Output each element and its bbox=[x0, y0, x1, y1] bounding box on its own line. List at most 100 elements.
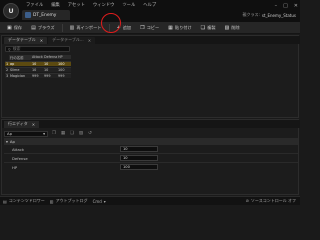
duplicate-icon[interactable]: ❏ bbox=[69, 131, 75, 137]
data-table-icon bbox=[25, 12, 31, 18]
column-header-hp[interactable]: HP bbox=[57, 55, 71, 59]
tab-data-table-2-label: データテーブル... bbox=[52, 37, 84, 42]
close-icon[interactable]: ✕ bbox=[40, 38, 43, 43]
output-log-button[interactable]: ▥ アウトプットログ bbox=[50, 198, 88, 205]
toolbar-divider bbox=[61, 23, 63, 32]
hp-field[interactable]: 100 bbox=[120, 164, 158, 170]
cell-defense[interactable]: 10 bbox=[43, 60, 57, 66]
content-drawer-icon: ▤ bbox=[3, 198, 7, 204]
source-control-button[interactable]: ⊘ ソースコントロール オフ bbox=[246, 197, 296, 204]
tab-data-table[interactable]: データテーブル ✕ bbox=[4, 36, 48, 44]
cmd-dropdown[interactable]: Cmd ▾ bbox=[93, 198, 106, 205]
close-icon[interactable]: ✕ bbox=[294, 3, 298, 9]
defense-field[interactable]: 10 bbox=[120, 155, 158, 161]
output-log-icon: ▥ bbox=[49, 198, 54, 204]
cell-hp[interactable]: 100 bbox=[57, 66, 71, 72]
row-editor-panel: 行エディタ ✕ Ap ▾ ❐ ▦ ❏ ▨ ↺ ▾ Ap Attack 10 De… bbox=[1, 119, 300, 195]
parent-class-value[interactable]: st_Enemy_Status bbox=[262, 13, 296, 18]
tab-row-editor[interactable]: 行エディタ ✕ bbox=[4, 120, 40, 128]
row-select-value: Ap bbox=[7, 131, 13, 136]
minimize-icon[interactable]: – bbox=[275, 3, 278, 9]
property-label: HP bbox=[12, 164, 18, 170]
save-label: 保存 bbox=[13, 24, 23, 30]
close-icon[interactable]: ✕ bbox=[88, 38, 91, 43]
duplicate-button[interactable]: ❏ 複製 bbox=[198, 24, 219, 32]
column-header-defense[interactable]: Defense bbox=[43, 55, 57, 59]
chevron-down-icon: ▾ bbox=[6, 138, 8, 144]
save-icon: ▣ bbox=[7, 24, 12, 31]
output-log-label: アウトプットログ bbox=[55, 198, 88, 203]
chevron-down-icon: ▾ bbox=[103, 198, 106, 204]
copy-icon[interactable]: ❐ bbox=[51, 131, 57, 137]
cell-attack[interactable]: 10 bbox=[31, 66, 43, 72]
browse-label: ブラウズ bbox=[37, 24, 55, 30]
maximize-icon[interactable]: □ bbox=[283, 3, 288, 9]
search-input[interactable]: ⚲ 検索 bbox=[5, 46, 70, 52]
delete-icon[interactable]: ▨ bbox=[78, 131, 84, 137]
add-row-button[interactable]: + 追加 bbox=[114, 24, 135, 32]
tab-data-table-label: データテーブル bbox=[8, 37, 36, 42]
data-table-panel: データテーブル ✕ データテーブル... ✕ ⚲ 検索 行の名前 Attack … bbox=[1, 35, 300, 118]
reset-icon[interactable]: ↺ bbox=[87, 131, 93, 137]
delete-label: 削除 bbox=[231, 24, 240, 30]
attack-field[interactable]: 10 bbox=[120, 146, 158, 152]
asset-tab-label: DT_Enemy bbox=[33, 12, 57, 18]
search-placeholder: 検索 bbox=[12, 46, 21, 51]
paste-icon[interactable]: ▦ bbox=[60, 131, 66, 137]
copy-button[interactable]: ❐ コピー bbox=[137, 24, 162, 32]
menu-edit[interactable]: 編集 bbox=[47, 2, 64, 9]
property-row-defense: Defense 10 bbox=[4, 153, 298, 162]
source-control-label: ソースコントロール オフ bbox=[250, 197, 296, 203]
cell-hp[interactable]: 100 bbox=[57, 60, 71, 66]
row-name[interactable]: ap bbox=[9, 60, 31, 66]
menu-file[interactable]: ファイル bbox=[22, 2, 47, 9]
search-icon: ⚲ bbox=[8, 46, 11, 52]
paste-button[interactable]: ▦ 貼り付け bbox=[165, 24, 195, 32]
add-label: 追加 bbox=[122, 24, 132, 30]
data-grid: 行の名前 Attack Defense HP 1 ap 10 10 100 2 … bbox=[5, 54, 71, 78]
duplicate-icon: ❏ bbox=[200, 24, 206, 31]
asset-tab[interactable]: DT_Enemy bbox=[22, 10, 70, 20]
property-row-hp: HP 100 bbox=[4, 162, 298, 171]
paste-label: 貼り付け bbox=[174, 24, 192, 30]
table-row[interactable]: 1 ap 10 10 100 bbox=[5, 60, 71, 66]
browse-button[interactable]: ▤ ブラウズ bbox=[28, 24, 58, 32]
cell-defense[interactable]: 10 bbox=[43, 66, 57, 72]
tab-data-table-2[interactable]: データテーブル... ✕ bbox=[48, 36, 96, 44]
cell-defense[interactable]: 999 bbox=[43, 72, 57, 78]
delete-button[interactable]: ▨ 削除 bbox=[222, 24, 243, 32]
cell-attack[interactable]: 10 bbox=[31, 60, 43, 66]
table-row[interactable]: 3 Magician 999 999 999 bbox=[5, 72, 71, 78]
save-button[interactable]: ▣ 保存 bbox=[4, 24, 25, 32]
copy-label: コピー bbox=[146, 24, 160, 30]
reimport-button[interactable]: ▥ 再インポート bbox=[67, 24, 105, 32]
copy-icon: ❐ bbox=[140, 24, 145, 31]
row-editor-tabs: 行エディタ ✕ bbox=[2, 120, 300, 128]
content-drawer-label: コンテンツドロワー bbox=[8, 198, 45, 203]
menu-tools[interactable]: ツール bbox=[118, 2, 139, 9]
menu-bar: ファイル 編集 アセット ウィンドウ ツール ヘルプ bbox=[22, 2, 160, 9]
menu-asset[interactable]: アセット bbox=[64, 2, 89, 9]
row-details: ▾ Ap Attack 10 Defense 10 HP 100 bbox=[4, 138, 298, 171]
close-icon[interactable]: ✕ bbox=[32, 122, 35, 127]
content-drawer-button[interactable]: ▤ コンテンツドロワー bbox=[3, 198, 45, 205]
row-editor-toolbar: Ap ▾ ❐ ▦ ❏ ▨ ↺ bbox=[4, 130, 93, 137]
property-label: Defense bbox=[12, 155, 28, 161]
toolbar: ▣ 保存 ▤ ブラウズ ▥ 再インポート + 追加 ❐ コピー ▦ 貼り付け ❏… bbox=[0, 22, 300, 34]
row-name[interactable]: Magician bbox=[9, 72, 31, 78]
chevron-down-icon: ▾ bbox=[43, 131, 45, 136]
delete-icon: ▨ bbox=[224, 24, 230, 31]
cell-hp[interactable]: 999 bbox=[57, 72, 71, 78]
unreal-logo-icon[interactable]: U bbox=[3, 3, 19, 19]
property-row-attack: Attack 10 bbox=[4, 144, 298, 153]
row-name[interactable]: Slime bbox=[9, 66, 31, 72]
column-header-attack[interactable]: Attack bbox=[31, 55, 43, 59]
cell-attack[interactable]: 999 bbox=[31, 72, 43, 78]
menu-help[interactable]: ヘルプ bbox=[139, 2, 160, 9]
menu-window[interactable]: ウィンドウ bbox=[89, 2, 118, 9]
row-select-dropdown[interactable]: Ap ▾ bbox=[4, 130, 48, 137]
tab-row-editor-label: 行エディタ bbox=[8, 121, 28, 126]
duplicate-label: 複製 bbox=[207, 24, 216, 30]
column-header-row-name[interactable]: 行の名前 bbox=[9, 54, 31, 60]
table-row[interactable]: 2 Slime 10 10 100 bbox=[5, 66, 71, 72]
